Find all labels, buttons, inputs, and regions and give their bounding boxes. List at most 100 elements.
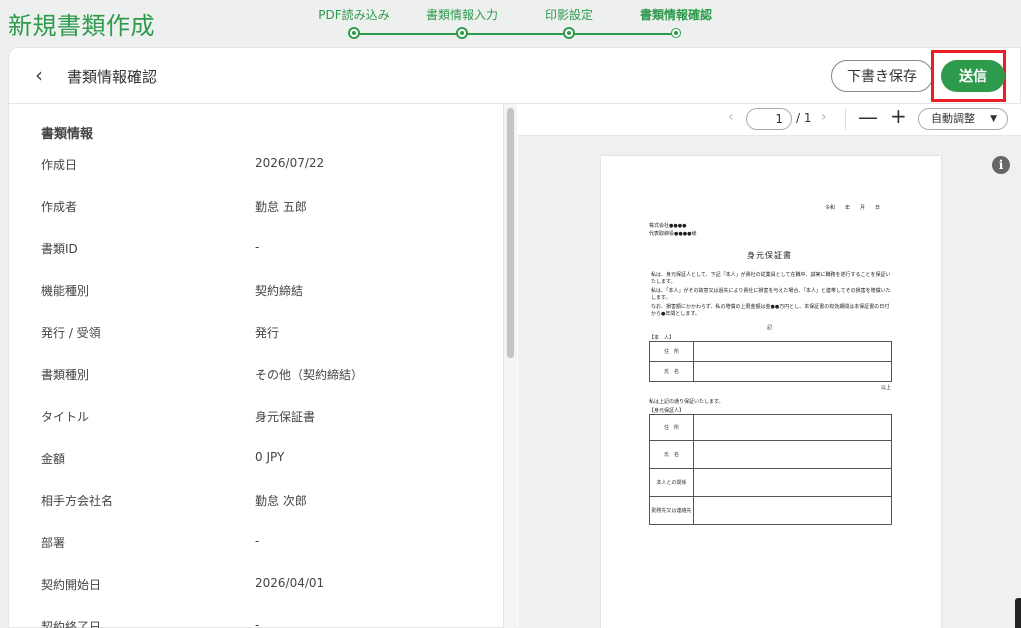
viewer-toolbar: ‹ / 1 › — + 自動調整 ▼ — [518, 104, 1021, 136]
step-label: PDF読み込み — [318, 8, 390, 22]
info-key: 契約終了日 — [41, 620, 102, 628]
step-complete-dot — [563, 27, 575, 39]
doc-honnin-label: 【本 人】 — [649, 335, 675, 341]
info-value: 2026/04/01 — [255, 576, 325, 590]
doc-cell — [693, 468, 892, 497]
info-row: 契約終了日 - — [9, 614, 501, 628]
doc-cell — [693, 414, 892, 441]
doc-company: 株式会社●●●● — [649, 223, 687, 229]
page-number-input[interactable] — [746, 108, 792, 130]
info-key: 契約開始日 — [41, 578, 102, 592]
doc-cell — [693, 361, 892, 382]
info-key: タイトル — [41, 410, 90, 424]
info-row: 金額 0 JPY — [9, 446, 501, 488]
doc-cell-label: 勤務先又は連絡先 — [649, 496, 694, 525]
info-panel-scrollbar[interactable] — [503, 104, 517, 628]
doc-guarantor-intro: 私は上記の通り保証いたします。 — [649, 399, 724, 405]
info-key: 金額 — [41, 452, 66, 466]
info-row: 相手方会社名 勤怠 次郎 — [9, 488, 501, 530]
doc-cell — [693, 440, 892, 469]
info-key: 作成日 — [41, 158, 78, 172]
card-header: ‹ 書類情報確認 下書き保存 送信 — [9, 48, 1021, 104]
info-key: 作成者 — [41, 200, 78, 214]
step-info-confirm: 書類情報確認 — [616, 6, 736, 37]
step-label: 書類情報確認 — [639, 8, 712, 22]
info-row: 契約開始日 2026/04/01 — [9, 572, 501, 614]
step-pdf-import: PDF読み込み — [294, 6, 414, 39]
doc-cell-label: 本人との関係 — [649, 468, 694, 497]
zoom-select[interactable]: 自動調整 ▼ — [918, 108, 1008, 130]
info-row: 発行 / 受領 発行 — [9, 320, 501, 362]
save-draft-button[interactable]: 下書き保存 — [831, 60, 933, 92]
info-row: 部署 - — [9, 530, 501, 572]
zoom-select-value: 自動調整 — [931, 112, 975, 125]
info-row: 書類ID - — [9, 236, 501, 278]
chevron-right-icon[interactable]: › — [821, 109, 827, 125]
info-row: タイトル 身元保証書 — [9, 404, 501, 446]
doc-honnin-table: 住 所 氏 名 — [649, 341, 892, 382]
progress-stepper: PDF読み込み 書類情報入力 印影設定 書類情報確認 — [300, 6, 740, 42]
doc-title: 身元保証書 — [747, 251, 792, 260]
document-info-panel: 書類情報 作成日 2026/07/22 作成者 勤怠 五郎 書類ID - 機能種別 契約… — [9, 104, 501, 628]
page-title: 書類情報確認 — [67, 68, 158, 86]
pdf-page: 令和 年 月 日 株式会社●●●● 代表取締役●●●●様 身元保証書 私は、身元… — [601, 156, 941, 628]
doc-guarantor-table: 住 所 氏 名 本人との関係 勤務先又は連絡先 — [649, 414, 892, 525]
step-label: 印影設定 — [544, 8, 593, 22]
step-info-input: 書類情報入力 — [402, 6, 522, 39]
window-edge — [1015, 598, 1021, 628]
pdf-viewer: ‹ / 1 › — + 自動調整 ▼ i 令和 年 月 日 株式会社●●●● 代… — [518, 104, 1021, 628]
info-row: 書類種別 その他（契約締結） — [9, 362, 501, 404]
info-value: 勤怠 五郎 — [255, 200, 307, 214]
info-value: 2026/07/22 — [255, 156, 325, 170]
step-complete-dot — [348, 27, 360, 39]
page-total: / 1 — [796, 111, 812, 125]
info-key: 部署 — [41, 536, 66, 550]
plus-icon[interactable]: + — [890, 104, 907, 128]
info-value: その他（契約締結） — [255, 368, 364, 382]
info-value: 身元保証書 — [255, 410, 316, 424]
step-complete-dot — [456, 27, 468, 39]
info-value: 発行 — [255, 326, 280, 340]
info-value: - — [255, 618, 260, 628]
chevron-left-icon[interactable]: ‹ — [728, 109, 734, 125]
doc-ijou: 以上 — [881, 385, 892, 391]
doc-para3: なお、損害額にかかわらず、私の賠償の上限金額は金●●万円とし、本保証書の有効期間… — [651, 304, 890, 317]
main-card: ‹ 書類情報確認 下書き保存 送信 書類情報 作成日 2026/07/22 作成者… — [8, 47, 1021, 628]
doc-cell-label: 住 所 — [649, 414, 694, 441]
info-key: 書類種別 — [41, 368, 90, 382]
doc-cell-label: 氏 名 — [649, 361, 694, 382]
doc-cell-label: 氏 名 — [649, 440, 694, 469]
doc-ki: 記 — [767, 325, 773, 331]
info-rows: 作成日 2026/07/22 作成者 勤怠 五郎 書類ID - 機能種別 契約締結 発行… — [9, 152, 501, 628]
step-label: 書類情報入力 — [425, 8, 498, 22]
toolbar-divider — [845, 108, 846, 130]
info-value: - — [255, 240, 260, 254]
info-key: 発行 / 受領 — [41, 326, 101, 340]
caret-down-icon: ▼ — [990, 114, 997, 124]
info-key: 相手方会社名 — [41, 494, 114, 508]
step-seal-settings: 印影設定 — [509, 6, 629, 39]
info-row: 作成者 勤怠 五郎 — [9, 194, 501, 236]
send-button[interactable]: 送信 — [941, 60, 1005, 92]
doc-para1: 私は、身元保証人として、下記「本人」が貴社の従業員として在職中、誠実に職務を遂行… — [651, 272, 891, 285]
doc-guarantor-label: 【身元保証人】 — [649, 408, 685, 414]
info-icon[interactable]: i — [992, 156, 1010, 174]
scrollbar-thumb[interactable] — [507, 108, 514, 358]
doc-cell — [693, 341, 892, 362]
info-value: 契約締結 — [255, 284, 304, 298]
doc-cell-label: 住 所 — [649, 341, 694, 362]
section-title: 書類情報 — [41, 127, 94, 142]
step-current-dot — [672, 29, 680, 37]
info-row: 作成日 2026/07/22 — [9, 152, 501, 194]
info-value: 勤怠 次郎 — [255, 494, 307, 508]
minus-icon[interactable]: — — [858, 105, 878, 129]
info-row: 機能種別 契約締結 — [9, 278, 501, 320]
doc-date-line: 令和 年 月 日 — [825, 205, 881, 211]
doc-para2: 私は、「本人」がその故意又は過失により貴社に損害を与えた場合、「本人」と連帯して… — [651, 288, 891, 301]
info-value: 0 JPY — [255, 450, 285, 464]
info-key: 書類ID — [41, 242, 78, 256]
info-value: - — [255, 534, 260, 548]
back-icon[interactable]: ‹ — [35, 64, 53, 86]
doc-representative: 代表取締役●●●●様 — [649, 231, 697, 237]
info-key: 機能種別 — [41, 284, 90, 298]
